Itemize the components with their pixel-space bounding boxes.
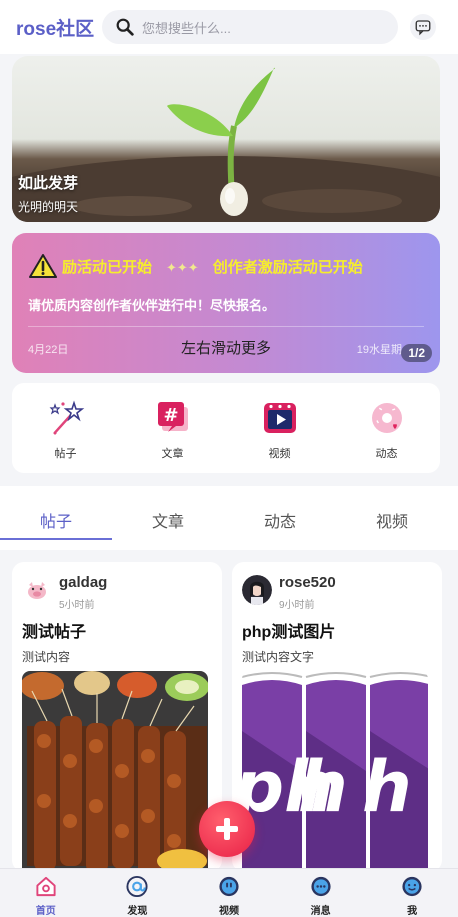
video-face-icon — [219, 876, 239, 897]
php-logo: ph h h — [242, 671, 428, 872]
quick-nav-label: 动态 — [375, 448, 398, 460]
nav-discover[interactable]: 发现 — [92, 869, 184, 917]
post-title: 测试帖子 — [22, 624, 87, 641]
content-tabs: 帖子 文章 动态 视频 — [0, 486, 458, 550]
search-bar[interactable]: 您想搜些什么... — [102, 10, 398, 44]
message-face-icon — [310, 876, 331, 897]
post-card[interactable]: galdag 5小时前 测试帖子 测试内容 — [12, 562, 222, 872]
username[interactable]: rose520 — [279, 574, 336, 591]
plus-icon — [216, 818, 238, 840]
marquee-text-2: 创作者激励活动已开始 — [212, 259, 363, 276]
quick-nav-label: 视频 — [268, 448, 291, 460]
girl-avatar-image — [242, 575, 272, 605]
search-placeholder: 您想搜些什么... — [142, 20, 231, 36]
tab-moments[interactable]: 动态 — [224, 486, 336, 550]
divider — [28, 326, 424, 327]
nav-video[interactable]: 视频 — [183, 869, 275, 917]
post-image[interactable] — [22, 671, 208, 872]
user-face-icon — [402, 876, 422, 897]
tab-articles[interactable]: 文章 — [112, 486, 224, 550]
pig-avatar-image — [22, 575, 52, 605]
post-title: php测试图片 — [242, 624, 336, 641]
top-header: rose社区 您想搜些什么... — [0, 0, 458, 54]
quick-nav-videos[interactable]: 视频 — [226, 383, 333, 473]
post-time: 9小时前 — [279, 600, 315, 611]
video-icon — [263, 403, 296, 433]
username[interactable]: galdag — [59, 574, 107, 591]
search-icon — [116, 18, 134, 36]
quick-nav-moments[interactable]: 动态 — [333, 383, 440, 473]
at-icon — [126, 875, 148, 898]
quick-nav-posts[interactable]: 帖子 — [12, 383, 119, 473]
page-indicator: 1/2 — [401, 344, 432, 362]
announcement-description: 请优质内容创作者伙伴进行中！尽快报名。 — [28, 298, 276, 313]
magic-wand-icon — [49, 400, 84, 435]
svg-text:h: h — [362, 746, 412, 828]
post-time: 5小时前 — [59, 600, 95, 611]
banner-carousel[interactable]: 如此发芽 光明的明天 — [12, 56, 440, 222]
banner-title: 如此发芽 — [18, 175, 79, 192]
nav-label: 发现 — [127, 906, 148, 917]
post-image[interactable]: ph h h — [242, 671, 428, 872]
svg-text:h: h — [298, 746, 348, 828]
announcement-card[interactable]: 励活动已开始 ✦✦✦ 创作者激励活动已开始 请优质内容创作者伙伴进行中！尽快报名。 … — [12, 233, 440, 373]
create-post-button[interactable] — [199, 801, 255, 857]
post-content: 测试内容文字 — [242, 650, 315, 664]
hashtag-icon: # — [157, 402, 188, 432]
nav-label: 消息 — [310, 906, 331, 917]
quick-nav-articles[interactable]: # 文章 — [119, 383, 226, 473]
quick-nav: 帖子 # 文章 视频 动态 — [12, 383, 440, 473]
post-card[interactable]: rose520 9小时前 php测试图片 测试内容文字 ph h h — [232, 562, 442, 872]
warning-icon — [29, 254, 57, 278]
marquee-text-1: 励活动已开始 — [62, 259, 153, 276]
nav-label: 首页 — [35, 906, 56, 917]
bottom-navigation: 首页 发现 视频 消息 我 — [0, 868, 458, 917]
quick-nav-label: 帖子 — [54, 448, 77, 460]
tab-posts[interactable]: 帖子 — [0, 486, 112, 550]
banner-subtitle: 光明的明天 — [18, 200, 79, 214]
donut-icon — [371, 403, 402, 433]
nav-label: 我 — [407, 906, 418, 917]
tab-videos[interactable]: 视频 — [336, 486, 448, 550]
nav-profile[interactable]: 我 — [366, 869, 458, 917]
quick-nav-label: 文章 — [161, 448, 184, 460]
avatar[interactable] — [22, 575, 52, 605]
announcement-marquee: 励活动已开始 ✦✦✦ 创作者激励活动已开始 — [62, 256, 432, 277]
post-content: 测试内容 — [22, 650, 71, 664]
home-icon — [36, 876, 56, 897]
svg-text:#: # — [163, 405, 178, 426]
nav-messages[interactable]: 消息 — [275, 869, 367, 917]
skewers-photo — [22, 671, 208, 872]
app-logo[interactable]: rose社区 — [16, 14, 102, 41]
nav-label: 视频 — [218, 906, 239, 917]
nav-home[interactable]: 首页 — [0, 869, 92, 917]
chat-button[interactable] — [410, 14, 436, 40]
marquee-separator: ✦✦✦ — [166, 260, 199, 275]
chat-icon — [415, 20, 431, 36]
avatar[interactable] — [242, 575, 272, 605]
announcement-date-right: 19水星期 — [356, 344, 402, 356]
